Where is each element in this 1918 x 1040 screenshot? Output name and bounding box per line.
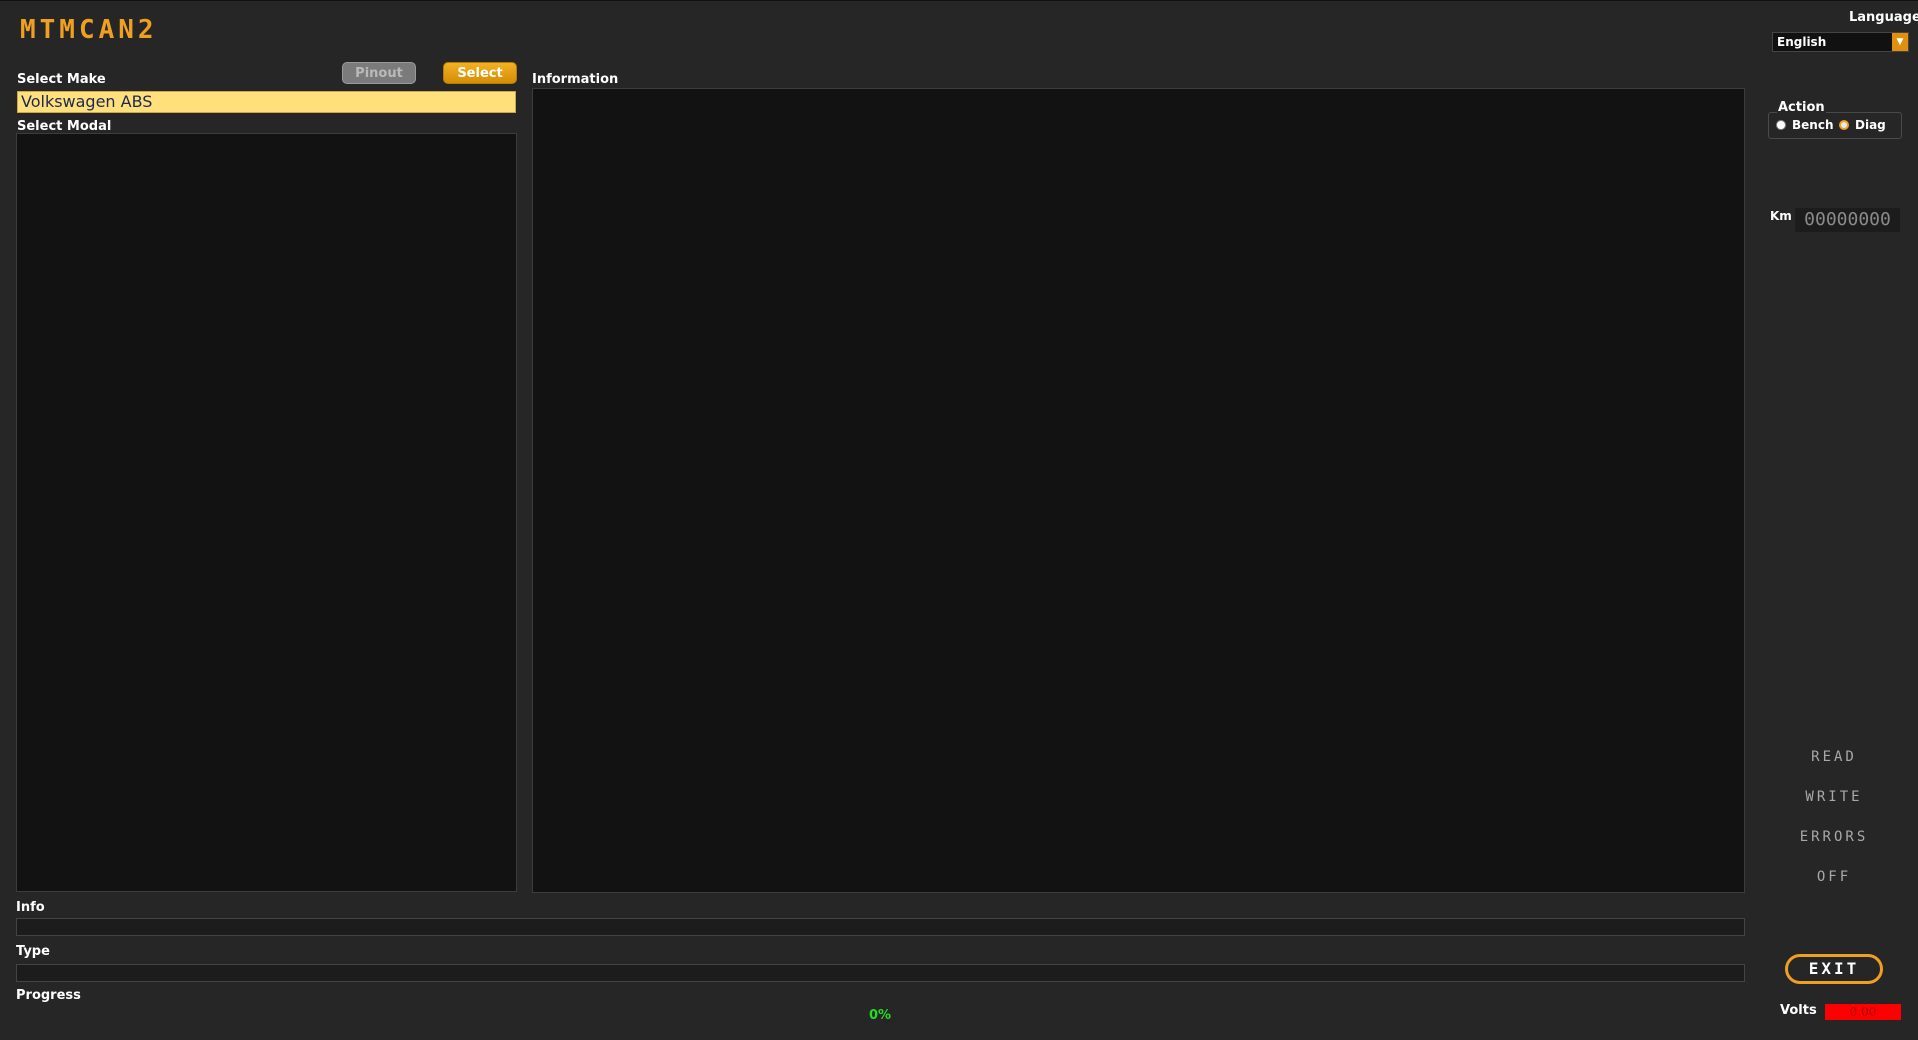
app-logo: MTMCAN2: [20, 15, 158, 45]
pinout-button[interactable]: Pinout: [342, 62, 416, 84]
volts-value: 0.00: [1825, 1004, 1901, 1020]
km-label: Km: [1770, 209, 1792, 223]
volts-label: Volts: [1780, 1003, 1817, 1018]
diag-radio-label[interactable]: Diag: [1855, 118, 1886, 132]
language-label: Language: [1849, 10, 1918, 25]
diag-radio[interactable]: [1839, 120, 1849, 130]
read-button[interactable]: READ: [1774, 749, 1894, 765]
app-window: MTMCAN2 Select Make Pinout Select Volksw…: [0, 0, 1918, 1040]
bench-radio[interactable]: [1776, 120, 1786, 130]
select-modal-label: Select Modal: [17, 119, 112, 134]
bench-radio-label[interactable]: Bench: [1792, 118, 1833, 132]
information-panel[interactable]: [532, 88, 1745, 893]
information-label: Information: [532, 72, 619, 87]
language-selected: English: [1777, 35, 1827, 49]
action-label: Action: [1777, 100, 1826, 115]
errors-button[interactable]: ERRORS: [1774, 829, 1894, 845]
make-field[interactable]: Volkswagen ABS: [17, 91, 516, 113]
info-label: Info: [16, 900, 45, 915]
km-field[interactable]: 00000000: [1795, 208, 1900, 232]
select-make-label: Select Make: [17, 72, 106, 87]
language-select[interactable]: English ▼: [1772, 32, 1909, 52]
exit-button[interactable]: EXIT: [1785, 954, 1883, 984]
write-button[interactable]: WRITE: [1774, 789, 1894, 805]
type-bar: [16, 964, 1745, 982]
progress-label: Progress: [16, 988, 81, 1003]
off-button[interactable]: OFF: [1774, 869, 1894, 885]
chevron-down-icon[interactable]: ▼: [1892, 33, 1908, 51]
type-label: Type: [16, 944, 50, 959]
info-bar: [16, 918, 1745, 936]
select-button[interactable]: Select: [443, 62, 517, 84]
progress-value: 0%: [869, 1008, 892, 1023]
modal-list[interactable]: [16, 133, 517, 892]
